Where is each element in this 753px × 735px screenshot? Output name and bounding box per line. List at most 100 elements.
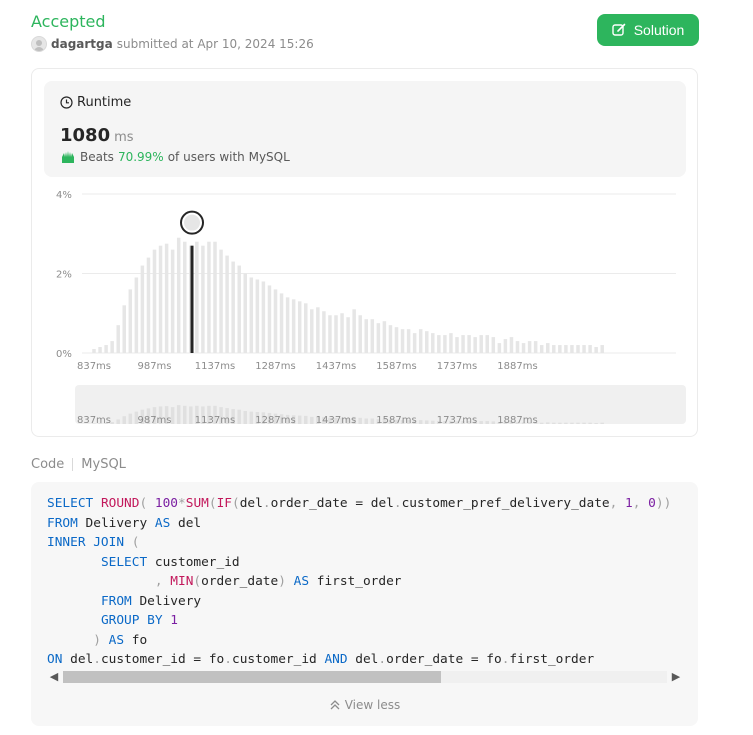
bar <box>515 341 520 353</box>
runtime-distribution-chart[interactable]: 4% 2% 0% 837ms 987ms 1137ms 1287ms 1437ms 1587ms… <box>40 185 690 430</box>
overview-bar <box>358 417 362 424</box>
bar <box>183 241 187 353</box>
horizontal-scrollbar[interactable]: ◀ ▶ <box>47 669 683 685</box>
bar <box>570 345 574 353</box>
bar <box>382 321 387 353</box>
bar <box>546 343 550 353</box>
bar <box>376 323 381 353</box>
bar <box>485 335 489 353</box>
bar <box>304 303 308 353</box>
bar <box>249 277 254 353</box>
code-content[interactable]: SELECT ROUND( 100*SUM(IF(del.order_date … <box>47 494 683 676</box>
bar <box>291 299 296 353</box>
runtime-summary[interactable]: Runtime 1080 ms Beats 70.99% of users wit… <box>44 81 686 177</box>
beats-prefix: Beats <box>80 150 114 164</box>
bar <box>431 333 435 353</box>
bar <box>176 237 181 353</box>
bar <box>473 337 477 353</box>
bar <box>370 319 375 353</box>
user-avatar-marker-inner <box>184 214 201 231</box>
overview-bar <box>485 421 489 424</box>
tab-code[interactable]: Code <box>31 457 64 472</box>
tab-language[interactable]: MySQL <box>81 457 126 472</box>
bar <box>576 345 580 353</box>
beats-hands-icon <box>62 151 74 163</box>
x-tick-label: 987ms <box>137 361 171 372</box>
submission-meta: dagartga submitted at Apr 10, 2024 15:26 <box>31 36 314 52</box>
clock-icon <box>60 96 73 109</box>
bar <box>219 249 223 353</box>
bar <box>334 315 338 353</box>
bar <box>316 307 320 353</box>
solution-button[interactable]: Solution <box>597 14 699 46</box>
bar <box>134 277 139 353</box>
overview-tick-label: 1887ms <box>497 415 537 426</box>
overview-bar <box>176 405 181 424</box>
scroll-right-arrow[interactable]: ▶ <box>669 669 683 685</box>
bar <box>261 281 266 353</box>
overview-bar <box>310 416 314 424</box>
bar <box>437 335 441 353</box>
overview-bar <box>183 405 187 424</box>
bar <box>521 343 526 353</box>
bar <box>273 289 278 353</box>
bar <box>128 289 133 353</box>
overview-bar <box>297 415 302 424</box>
bar <box>594 347 598 353</box>
overview-bar <box>431 420 435 424</box>
beats-percent: 70.99% <box>117 150 164 164</box>
code-line: FROM Delivery <box>100 593 202 609</box>
y-tick-label: 0% <box>56 349 72 360</box>
scrollbar-thumb[interactable] <box>63 671 441 683</box>
overview-bar <box>539 422 544 424</box>
view-less-button[interactable]: View less <box>31 698 698 712</box>
bar <box>491 337 496 353</box>
bar <box>467 335 471 353</box>
bar <box>552 345 556 353</box>
overview-tick-label: 1587ms <box>376 415 416 426</box>
runtime-header: Runtime <box>60 95 131 110</box>
bar <box>170 249 175 353</box>
code-line: FROM Delivery AS del <box>47 515 202 531</box>
bar <box>443 335 447 353</box>
bar <box>400 329 405 353</box>
bar <box>479 335 483 353</box>
scroll-left-arrow[interactable]: ◀ <box>47 669 61 685</box>
overview-bar <box>546 422 550 424</box>
bar <box>364 319 368 353</box>
overview-bar <box>364 418 368 424</box>
overview-bar <box>237 409 241 424</box>
overview-tick-label: 1437ms <box>316 415 356 426</box>
overview-bar <box>128 413 133 424</box>
y-tick-label: 2% <box>56 270 72 281</box>
overview-bar <box>243 411 247 424</box>
bar <box>98 347 102 353</box>
runtime-number: 1080 <box>60 125 111 146</box>
code-line: , MIN(order_date) AS first_order <box>154 574 402 589</box>
overview-bar <box>418 420 423 424</box>
bar <box>328 315 332 353</box>
username-link[interactable]: dagartga <box>51 37 113 51</box>
bar <box>539 345 544 353</box>
bar <box>116 325 120 353</box>
overview-bar <box>116 419 120 424</box>
overview-tick-label: 987ms <box>137 415 171 426</box>
overview-tick-label: 1137ms <box>195 415 235 426</box>
overview-bar <box>479 421 483 424</box>
bar <box>533 341 538 353</box>
bar <box>158 245 163 353</box>
overview-bar <box>189 406 193 424</box>
solution-button-label: Solution <box>633 22 685 38</box>
tab-divider <box>72 458 74 471</box>
y-tick-label: 4% <box>56 190 72 201</box>
bar <box>201 245 205 353</box>
bar <box>322 311 326 353</box>
x-tick-label: 1437ms <box>316 361 356 372</box>
user-avatar[interactable] <box>31 36 47 52</box>
overview-bar <box>576 422 580 424</box>
bar <box>285 297 290 353</box>
overview-tick-label: 1737ms <box>437 415 477 426</box>
code-block[interactable]: SELECT ROUND( 100*SUM(IF(del.order_date … <box>31 482 698 726</box>
bar <box>582 345 586 353</box>
bar <box>558 345 562 353</box>
